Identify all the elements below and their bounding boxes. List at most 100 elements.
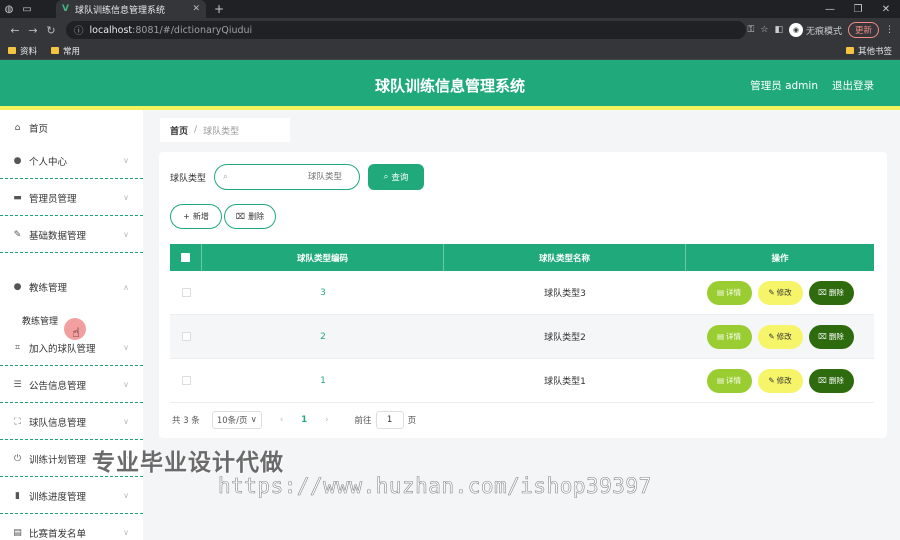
edit-button[interactable]: ✎ 修改 [757,324,803,349]
delete-button[interactable]: ⌧ 删除 [808,324,854,349]
bookmark-folder-1[interactable]: 资料 [8,45,37,57]
next-page-icon[interactable]: › [325,415,328,425]
header-name: 球队类型名称 [444,244,686,271]
site-info-icon[interactable]: ⓘ [74,23,84,37]
detail-button[interactable]: ▤ 详情 [706,324,752,349]
detail-icon: ▤ [716,288,725,297]
browser-tab-bar: ◍ ▭ V 球队训练信息管理系统 ✕ + — ❐ ✕ [0,0,900,18]
trash-icon: ⌧ [235,212,246,221]
edit-button[interactable]: ✎ 修改 [757,368,803,393]
sidebar-item-match-lineup[interactable]: ▤ 比赛首发名单 ∨ [0,515,143,540]
folder-icon [845,47,854,54]
goto-input[interactable]: 1 [375,411,404,429]
edit-icon: ✎ [768,288,775,297]
back-icon[interactable]: ← [6,24,24,37]
clipboard-icon: ▤ [13,527,22,538]
url-path: :8081/#/dictionaryQiudui [132,24,253,36]
chevron-down-icon: ∨ [123,230,129,239]
chevron-down-icon: ∨ [123,417,129,426]
window-icon[interactable]: ▭ [18,0,36,18]
chevron-down-icon: ∨ [123,343,129,352]
incognito-label: 无痕模式 [805,26,842,37]
watermark-text: 专业毕业设计代做 [92,450,284,476]
incognito-icon: ◉ [788,23,803,37]
logout-link[interactable]: 退出登录 [832,78,874,93]
incognito-indicator[interactable]: ◉ 无痕模式 [788,23,842,37]
briefcase-icon: ▬ [13,192,22,203]
breadcrumb-home[interactable]: 首页 [170,124,188,137]
reload-icon[interactable]: ↻ [42,24,60,37]
edit-button[interactable]: ✎ 修改 [757,280,803,305]
folder-icon [51,47,60,54]
sidebar-item-admins[interactable]: ▬ 管理员管理 ∨ [0,180,143,216]
search-label: 球队类型 [170,173,207,184]
detail-button[interactable]: ▤ 详情 [706,280,752,305]
row-code: 2 [320,331,326,342]
breadcrumb-separator: / [194,125,198,135]
page-number[interactable]: 1 [301,415,307,425]
sidebar-item-coaches[interactable]: ● 教练管理 ∧ [0,269,143,305]
search-box[interactable]: ⌕ [214,164,361,190]
sidebar-item-teams[interactable]: ⛶ 球队信息管理 ∨ [0,404,143,440]
row-ops: ▤ 详情 ✎ 修改 ⌧ 删除 [686,271,874,314]
user-area: 管理员 admin 退出登录 [750,78,874,93]
trash-icon: ⌧ [818,376,827,385]
batch-delete-button[interactable]: ⌧ 删除 [224,204,276,229]
url-field[interactable]: ⓘ localhost :8081/#/dictionaryQiudui [66,21,746,39]
chevron-down-icon: ∨ [123,491,129,500]
globe-icon[interactable]: ◍ [0,0,18,18]
current-user: 管理员 admin [750,80,818,92]
chevron-down-icon: ∨ [250,415,257,425]
sidebar-item-basic-data[interactable]: ✎ 基础数据管理 ∨ [0,217,143,253]
goto-page: 前往 1 页 [355,411,416,429]
minimize-icon[interactable]: — [816,4,844,15]
app-header: 球队训练信息管理系统 管理员 admin 退出登录 [0,60,900,110]
key-icon[interactable]: ⚿ [748,25,755,35]
hand-cursor-icon: ☝ [72,326,80,341]
star-icon[interactable]: ☆ [760,25,768,35]
sidebar-item-notices[interactable]: ☰ 公告信息管理 ∨ [0,367,143,403]
sidepanel-icon[interactable]: ◧ [774,25,783,35]
address-bar-row: ← → ↻ ⓘ localhost :8081/#/dictionaryQiud… [0,18,900,42]
sidebar-item-profile[interactable]: ● 个人中心 ∨ [0,143,143,179]
row-checkbox[interactable] [181,376,191,385]
close-window-icon[interactable]: ✕ [872,4,900,15]
restore-icon[interactable]: ❐ [844,4,872,15]
kebab-menu-icon[interactable]: ⋮ [885,25,894,35]
delete-button[interactable]: ⌧ 删除 [808,280,854,305]
header-code: 球队类型编码 [202,244,444,271]
sidebar-item-home[interactable]: ⌂ 首页 [0,110,143,146]
bookmarks-bar: 资料 常用 其他书签 [0,42,900,60]
watermark-url: https://www.huzhan.com/ishop39397 [218,474,652,499]
breadcrumb-current: 球队类型 [203,126,240,137]
select-all-checkbox[interactable] [181,253,190,262]
browser-tab[interactable]: V 球队训练信息管理系统 ✕ [56,0,206,18]
row-checkbox[interactable] [181,288,191,297]
update-button[interactable]: 更新 [847,22,879,38]
sidebar-item-training-progress[interactable]: ▮ 训练进度管理 ∨ [0,478,143,514]
row-name: 球队类型1 [544,377,586,387]
action-row: + 新增 ⌧ 删除 [170,204,276,229]
row-name: 球队类型2 [544,333,586,343]
row-ops: ▤ 详情 ✎ 修改 ⌧ 删除 [686,315,874,358]
breadcrumb: 首页 / 球队类型 [160,118,290,142]
bookmark-folder-2[interactable]: 常用 [51,45,80,57]
url-host: localhost [89,24,133,36]
delete-button[interactable]: ⌧ 删除 [808,368,854,393]
other-bookmarks[interactable]: 其他书签 [845,45,892,57]
search-input[interactable] [232,172,343,182]
add-button[interactable]: + 新增 [170,204,222,229]
row-checkbox[interactable] [181,332,191,341]
detail-button[interactable]: ▤ 详情 [706,368,752,393]
forward-icon[interactable]: → [24,24,42,37]
page-size-select[interactable]: 10条/页 ∨ [211,411,262,429]
sliders-icon: ☰ [13,379,22,390]
new-tab-icon[interactable]: + [214,2,224,16]
row-name: 球队类型3 [544,289,586,299]
power-icon: ⏻ [13,453,22,464]
close-tab-icon[interactable]: ✕ [192,4,200,14]
query-button[interactable]: ⌕ 查询 [368,164,425,190]
plus-icon: + [183,212,190,221]
row-code: 3 [320,287,326,298]
prev-page-icon[interactable]: ‹ [280,415,283,425]
